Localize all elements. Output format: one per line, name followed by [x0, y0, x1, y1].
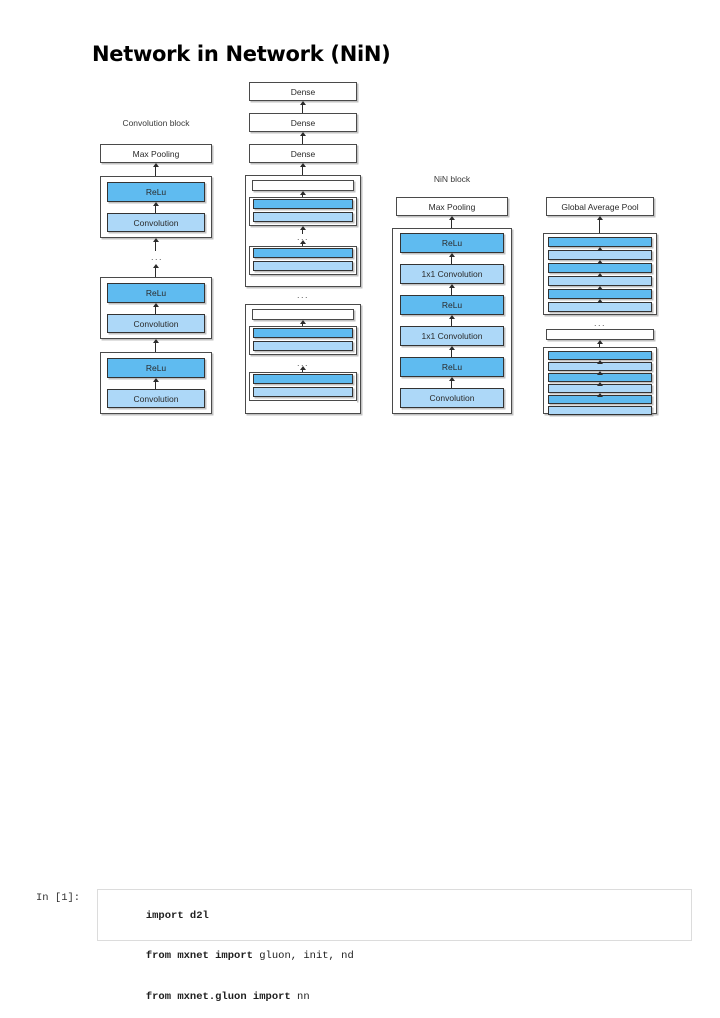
nin-net-conv-b3 — [548, 406, 652, 415]
nin-net-conv-t2 — [548, 276, 652, 286]
arrow-up — [595, 299, 604, 303]
code-line-1: import d2l — [108, 896, 681, 937]
arrow-up — [151, 303, 160, 314]
arrow-up — [447, 284, 456, 295]
code-seg: nn — [297, 990, 310, 1003]
conv-block-convolution-1: Convolution — [107, 213, 205, 232]
code-line-2: from mxnet import gluon, init, nd — [108, 937, 681, 978]
nin-net-conv-t1 — [548, 250, 652, 260]
conv-block-relu-2: ReLu — [107, 283, 205, 303]
nin-convolution: Convolution — [400, 388, 504, 408]
arrow-up — [298, 132, 307, 144]
code-seg: from mxnet.gluon import — [145, 990, 298, 1003]
arrow-up — [151, 339, 160, 352]
arrow-up — [151, 264, 160, 277]
conv-block-convolution-3: Convolution — [107, 389, 205, 408]
conv-block-relu-3: ReLu — [107, 358, 205, 378]
vgg-conv-2 — [253, 261, 353, 271]
column-label-convolution-block: Convolution block — [122, 118, 190, 128]
notebook-cell: In [1]: import d2l from mxnet import glu… — [0, 440, 720, 1003]
arrow-up — [298, 101, 307, 113]
nin-relu-1: ReLu — [400, 357, 504, 377]
dense-box-2: Dense — [249, 113, 357, 132]
conv-block-convolution-2: Convolution — [107, 314, 205, 333]
arrow-up — [447, 346, 456, 357]
nin-net-conv-t3 — [548, 302, 652, 312]
arrow-up — [595, 273, 604, 277]
arrow-up — [595, 286, 604, 290]
nin-block-max-pooling-box: Max Pooling — [396, 197, 508, 216]
code-input-area[interactable]: import d2l from mxnet import gluon, init… — [97, 889, 692, 1003]
nin-net-relu-b1 — [548, 351, 652, 360]
vgg-conv-3 — [253, 341, 353, 351]
arrow-up — [447, 315, 456, 326]
arrow-up — [595, 360, 604, 364]
nin-net-pool-bar — [546, 329, 654, 340]
conv-block-ellipsis: ... — [150, 252, 163, 262]
arrow-up — [151, 238, 160, 251]
vgg-ellipsis: ... — [296, 290, 309, 300]
nin-net-relu-t2 — [548, 263, 652, 273]
dense-box-3: Dense — [249, 144, 357, 163]
arrow-up — [151, 378, 160, 389]
cell-prompt-label: In [1]: — [36, 892, 81, 904]
nin-relu-2: ReLu — [400, 295, 504, 315]
vgg-relu-2 — [253, 248, 353, 258]
nin-conv1x1-2: 1x1 Convolution — [400, 264, 504, 284]
dense-box-1: Dense — [249, 82, 357, 101]
code-seg: gluon, init, nd — [259, 950, 354, 962]
vgg-conv-1 — [253, 212, 353, 222]
code-seg: from mxnet import — [145, 950, 260, 962]
arrow-up — [447, 216, 456, 228]
arrow-up — [151, 202, 160, 213]
arrow-up — [151, 163, 160, 176]
arrow-up — [595, 382, 604, 386]
global-average-pool-box: Global Average Pool — [546, 197, 654, 216]
vgg-relu-4 — [253, 374, 353, 384]
page-title: Network in Network (NiN) — [92, 42, 391, 66]
arrow-up — [595, 216, 604, 233]
nin-conv1x1-1: 1x1 Convolution — [400, 326, 504, 346]
vgg-pool-bar-bottom — [252, 309, 354, 320]
arrow-up — [447, 253, 456, 264]
arrow-up — [595, 371, 604, 375]
conv-block-relu-1: ReLu — [107, 182, 205, 202]
arrow-up — [595, 260, 604, 264]
nin-net-ellipsis: ... — [593, 318, 606, 328]
slide-canvas: Network in Network (NiN) Convolution blo… — [0, 0, 720, 440]
vgg-conv-4 — [253, 387, 353, 397]
arrow-up — [298, 163, 307, 175]
vgg-pool-bar-top — [252, 180, 354, 191]
nin-net-relu-t3 — [548, 289, 652, 299]
nin-relu-3: ReLu — [400, 233, 504, 253]
arrow-up — [595, 247, 604, 251]
code-seg: import d2l — [145, 909, 209, 922]
vgg-relu-1 — [253, 199, 353, 209]
code-line-3: from mxnet.gluon import nn — [108, 977, 681, 1018]
arrow-up — [595, 393, 604, 397]
nin-net-relu-t1 — [548, 237, 652, 247]
arrow-up — [447, 377, 456, 388]
vgg-relu-3 — [253, 328, 353, 338]
vgg-spacer-2 — [249, 401, 357, 412]
column-label-nin-block: NiN block — [433, 174, 471, 184]
conv-block-max-pooling-box: Max Pooling — [100, 144, 212, 163]
